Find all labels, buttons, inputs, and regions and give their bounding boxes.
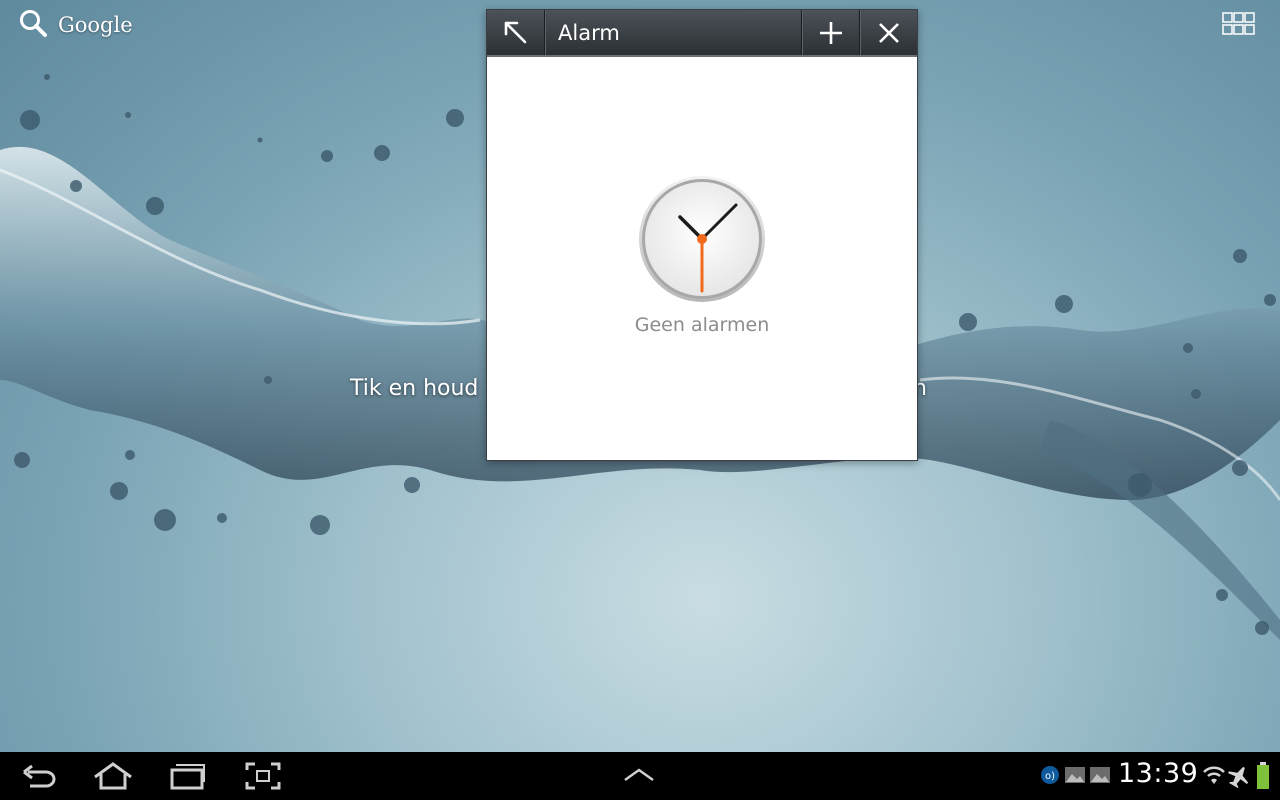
notification-icons[interactable]: o) [1040, 764, 1112, 790]
svg-text:o): o) [1045, 771, 1055, 782]
home-button[interactable] [92, 760, 134, 796]
screenshot-icon [245, 762, 281, 790]
gallery-notification-icon [1090, 767, 1110, 783]
expand-button[interactable] [487, 10, 544, 55]
battery-indicator[interactable] [1256, 762, 1270, 794]
back-icon [23, 764, 56, 788]
close-icon [878, 22, 899, 43]
no-alarms-text: Geen alarmen [634, 314, 770, 336]
wifi-icon [1203, 766, 1225, 784]
expand-arrow-icon [504, 21, 526, 43]
recent-apps-button[interactable] [170, 760, 206, 796]
search-icon [18, 8, 48, 42]
add-alarm-button[interactable] [802, 10, 859, 55]
up-arrow-icon [624, 768, 654, 782]
alarm-popup-body: Geen alarmen [487, 57, 917, 460]
clock-icon [639, 176, 765, 302]
battery-icon [1257, 762, 1269, 789]
apps-grid-icon [1222, 12, 1255, 35]
alarm-popup-header: Alarm [487, 10, 917, 57]
home-icon [94, 762, 132, 790]
home-hint-text-left: Tik en houd [350, 376, 479, 401]
system-navigation-bar: o) 13:39 [0, 752, 1280, 800]
google-search-label: Google [58, 13, 133, 37]
screenshot-button[interactable] [245, 760, 281, 796]
recent-apps-icon [170, 764, 205, 790]
plus-icon [819, 21, 842, 44]
airplane-mode-icon [1227, 766, 1249, 789]
popup-title: Alarm [558, 20, 620, 45]
apps-grid-button[interactable] [1222, 12, 1256, 36]
alarm-popup: Alarm Geen alarmen [486, 9, 918, 461]
back-button[interactable] [22, 760, 58, 796]
google-search-bar[interactable]: Google [18, 8, 133, 42]
show-apps-button[interactable] [622, 766, 656, 788]
status-time[interactable]: 13:39 [1118, 758, 1198, 789]
app-notification-icon: o) [1041, 766, 1059, 784]
close-button[interactable] [860, 10, 917, 55]
gallery-notification-icon [1065, 767, 1085, 783]
